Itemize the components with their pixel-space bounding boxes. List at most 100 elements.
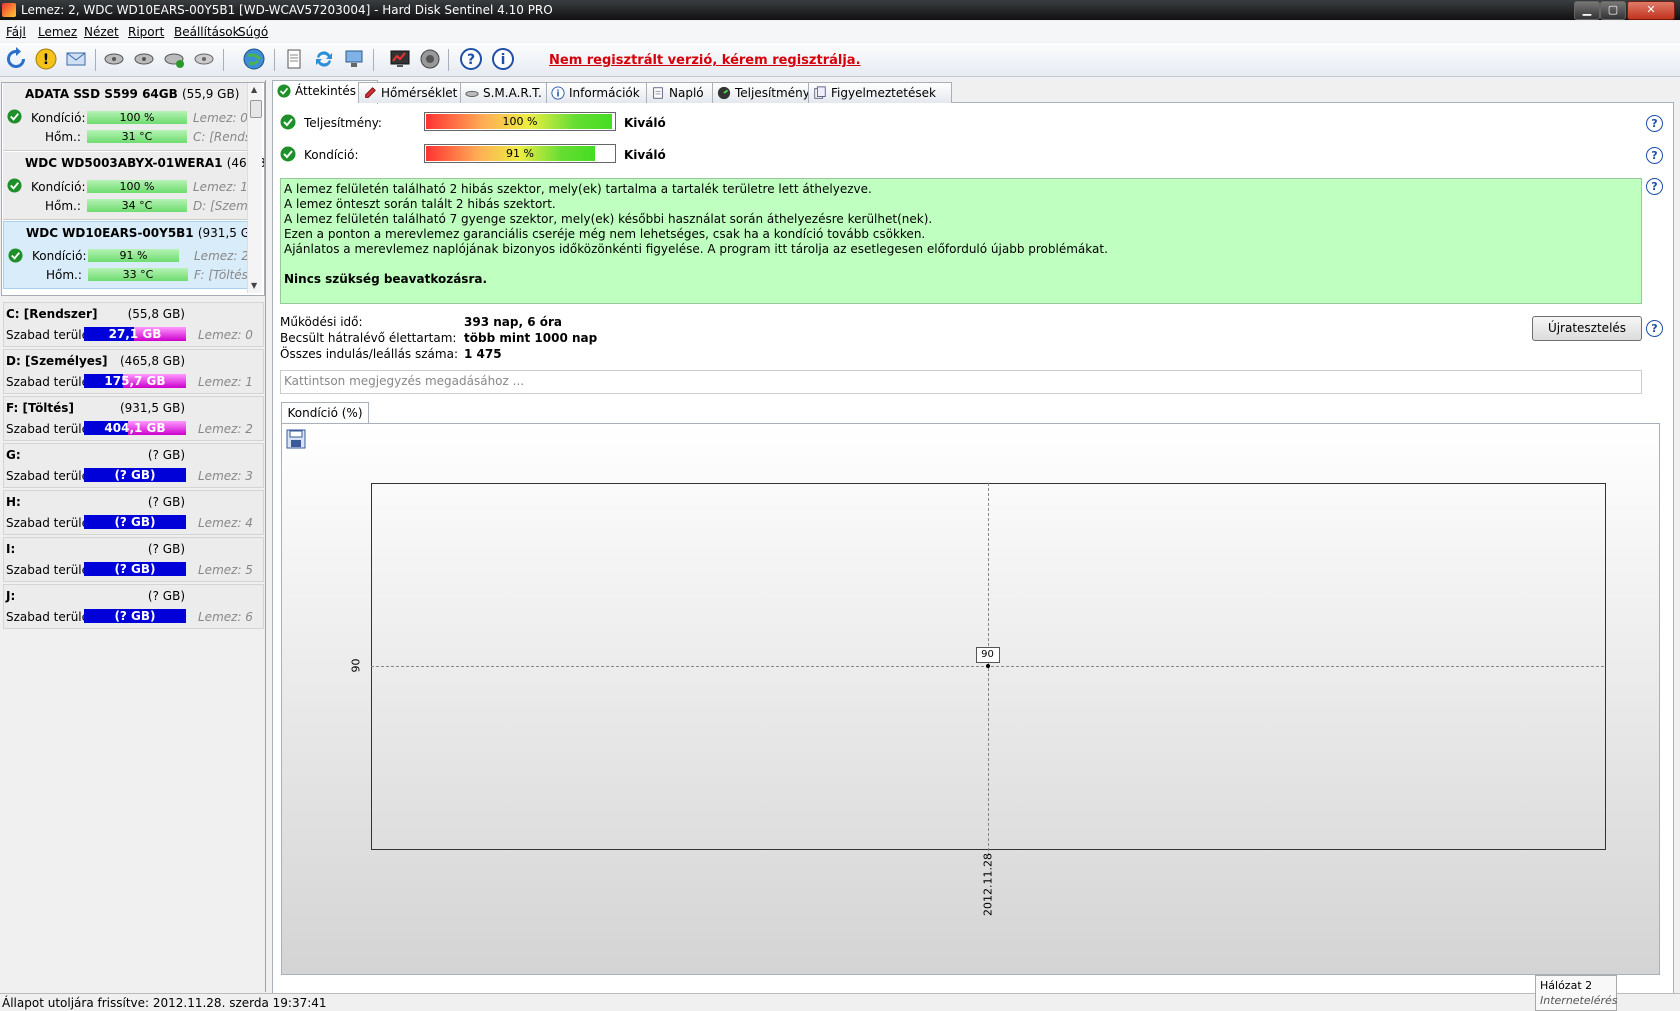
performance-icon — [717, 86, 731, 100]
partition-item[interactable]: J: (? GB) Szabad terület (? GB) Lemez: 6 — [3, 584, 264, 629]
scroll-thumb[interactable] — [250, 100, 262, 118]
disk-icon[interactable] — [102, 47, 126, 71]
status-message: A lemez önteszt során talált 2 hibás sze… — [284, 197, 556, 211]
disk-list-scrollbar[interactable]: ▲ ▼ — [247, 83, 262, 293]
disk-name: ADATA SSD S599 64GB (55,9 GB) — [25, 87, 240, 101]
retest-button[interactable]: Újratesztelés — [1532, 316, 1642, 341]
svg-text:!: ! — [43, 52, 49, 68]
lifetime-value: több mint 1000 nap — [464, 331, 598, 345]
free-space-label: Szabad terület — [6, 610, 94, 624]
condition-value: 91 % — [506, 147, 534, 160]
partition-item[interactable]: C: [Rendszer] (55,8 GB) Szabad terület 2… — [3, 302, 264, 347]
condition-label: Kondíció: — [304, 148, 359, 162]
partition-item[interactable]: F: [Töltés] (931,5 GB) Szabad terület 40… — [3, 396, 264, 441]
partition-name: D: [Személyes] — [6, 354, 108, 368]
partition-name: H: — [6, 495, 21, 509]
scroll-down-icon[interactable]: ▼ — [251, 281, 257, 290]
status-bar: Állapot utoljára frissítve: 2012.11.28. … — [0, 993, 1680, 1011]
help-icon[interactable]: ? — [459, 47, 483, 71]
screen-chart-icon[interactable] — [388, 47, 412, 71]
svg-text:i: i — [501, 52, 506, 68]
disk-item[interactable]: ADATA SSD S599 64GB (55,9 GB) Kondíció: … — [3, 83, 257, 151]
check-icon — [7, 109, 22, 124]
disk-item-selected[interactable]: WDC WD10EARS-00Y5B1 (931,5 GB) Kondíció:… — [3, 221, 263, 289]
partition-size: (? GB) — [147, 589, 185, 603]
partition-disk: Lemez: 3 — [198, 469, 253, 483]
partition-name: G: — [6, 448, 21, 462]
title-bar: Lemez: 2, WDC WD10EARS-00Y5B1 [WD-WCAV57… — [0, 0, 1680, 20]
partition-item[interactable]: H: (? GB) Szabad terület (? GB) Lemez: 4 — [3, 490, 264, 535]
menu-disk[interactable]: Lemez — [38, 25, 77, 39]
help-icon[interactable]: ? — [1646, 320, 1663, 337]
partition-item[interactable]: I: (? GB) Szabad terület (? GB) Lemez: 5 — [3, 537, 264, 582]
svg-text:i: i — [557, 90, 560, 100]
partition-size: (55,8 GB) — [127, 307, 185, 321]
disk-check-icon[interactable] — [162, 47, 186, 71]
check-icon — [280, 146, 296, 162]
alerts-icon — [814, 86, 826, 99]
minimize-button[interactable]: ▁ — [1574, 1, 1600, 20]
disk-add-icon[interactable] — [132, 47, 156, 71]
mail-icon[interactable] — [64, 47, 88, 71]
network-icon[interactable] — [342, 47, 366, 71]
tab-alerts[interactable]: Figyelmeztetések — [808, 82, 952, 103]
partition-item[interactable]: D: [Személyes] (465,8 GB) Szabad terület… — [3, 349, 264, 394]
menu-help[interactable]: Súgó — [238, 25, 268, 39]
uptime-label: Működési idő: — [280, 315, 363, 329]
note-input[interactable]: Kattintson megjegyzés megadásához ... — [280, 370, 1642, 394]
gridline-vertical — [987, 483, 989, 856]
performance-value: 100 % — [502, 115, 538, 128]
free-space-label: Szabad terület — [6, 422, 94, 436]
sync-icon[interactable] — [312, 47, 336, 71]
refresh-icon[interactable] — [4, 47, 28, 71]
menu-report[interactable]: Riport — [128, 25, 164, 39]
free-space-label: Szabad terület — [6, 516, 94, 530]
toolbar: ! ? i Nem regisztrált verzió, kérem regi… — [0, 43, 1680, 77]
disk-name: WDC WD5003ABYX-01WERA1 (465,8 GE — [25, 156, 265, 170]
check-icon — [7, 178, 22, 193]
warning-icon[interactable]: ! — [34, 47, 58, 71]
maximize-button[interactable]: ▢ — [1600, 1, 1626, 20]
save-icon[interactable] — [286, 429, 306, 449]
partition-item[interactable]: G: (? GB) Szabad terület (? GB) Lemez: 3 — [3, 443, 264, 488]
speaker-icon[interactable] — [418, 47, 442, 71]
free-space-bar: 175,7 GB — [84, 374, 186, 388]
free-space-bar: 27,1 GB — [84, 327, 186, 341]
condition-label: Kondíció: — [31, 111, 86, 125]
y-tick-label: 90 — [349, 658, 363, 672]
thermometer-icon — [365, 87, 376, 98]
info-icon[interactable]: i — [491, 47, 515, 71]
help-icon[interactable]: ? — [1646, 147, 1663, 164]
disk-item[interactable]: WDC WD5003ABYX-01WERA1 (465,8 GE Kondíci… — [3, 152, 264, 220]
menu-settings[interactable]: Beállítások — [174, 25, 240, 39]
close-button[interactable]: ✕ — [1627, 1, 1675, 20]
disk-remove-icon[interactable] — [192, 47, 216, 71]
smart-icon — [465, 90, 479, 97]
check-icon — [277, 84, 291, 98]
log-icon — [653, 87, 663, 99]
free-space-bar: (? GB) — [84, 609, 186, 623]
partition-disk: Lemez: 6 — [198, 610, 253, 624]
start-stop-value: 1 475 — [464, 347, 502, 361]
status-message: Ezen a ponton a merevlemez garanciális c… — [284, 227, 926, 241]
uptime-value: 393 nap, 6 óra — [464, 315, 562, 329]
tab-label: Napló — [669, 86, 704, 100]
condition-bar: 91 % — [424, 144, 616, 163]
help-icon[interactable]: ? — [1646, 115, 1663, 132]
menu-view[interactable]: Nézet — [84, 25, 119, 39]
report-icon[interactable] — [282, 47, 306, 71]
scroll-up-icon[interactable]: ▲ — [251, 85, 257, 94]
chart-tab-condition[interactable]: Kondíció (%) — [281, 402, 369, 424]
start-stop-label: Összes indulás/leállás száma: — [280, 347, 458, 361]
register-link[interactable]: Nem regisztrált verzió, kérem regisztrál… — [549, 53, 861, 68]
condition-bar: 91 % — [88, 249, 179, 262]
partition-disk: Lemez: 1 — [198, 375, 253, 389]
menu-file[interactable]: Fájl — [6, 25, 26, 39]
partition-name: J: — [6, 589, 16, 603]
globe-icon[interactable] — [242, 47, 266, 71]
temperature-bar: 33 °C — [88, 268, 188, 281]
help-icon[interactable]: ? — [1646, 178, 1663, 195]
temperature-label: Hőm.: — [45, 199, 81, 213]
status-message: A lemez felületén található 7 gyenge sze… — [284, 212, 933, 226]
network-title: Hálózat 2 — [1540, 979, 1593, 992]
